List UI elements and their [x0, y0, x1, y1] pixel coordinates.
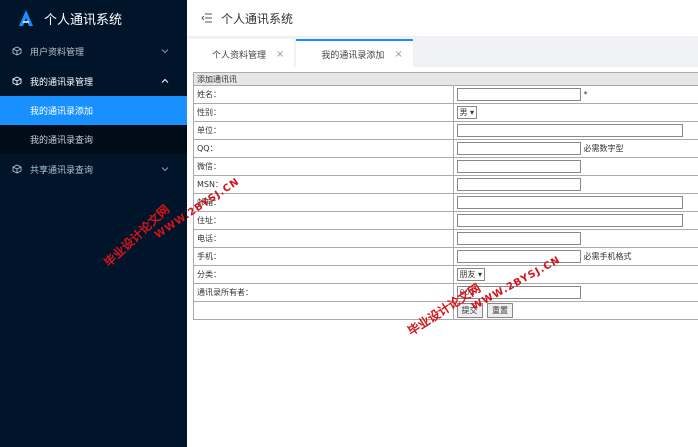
chevron-up-icon: [161, 78, 169, 83]
menu-group-label: 共享通讯录查询: [30, 165, 94, 176]
menu-group-label: 我的通讯录管理: [30, 77, 94, 88]
qq-hint: 必需数字型: [583, 144, 624, 153]
phone-input[interactable]: [456, 232, 581, 245]
close-icon[interactable]: ×: [276, 49, 284, 60]
required-mark: *: [583, 90, 588, 99]
menu-group-my-contacts[interactable]: 我的通讯录管理: [0, 66, 187, 96]
main-content: 添加通讯讯 姓名： * 性别： 男 ▾ 单位： QQ： 必需数字型 微信： MS…: [187, 67, 698, 447]
app-logo[interactable]: 个人通讯系统: [0, 0, 187, 36]
field-label-name: 姓名：: [193, 85, 454, 104]
field-label-owner: 通讯录所有者：: [193, 283, 454, 302]
menu-group-shared-contacts[interactable]: 共享通讯录查询: [0, 154, 187, 184]
email-input[interactable]: [456, 196, 683, 209]
contact-add-form: 添加通讯讯 姓名： * 性别： 男 ▾ 单位： QQ： 必需数字型 微信： MS…: [193, 72, 698, 320]
field-label-phone: 电话：: [193, 229, 454, 248]
field-label-gender: 性别：: [193, 103, 454, 122]
field-label-unit: 单位：: [193, 121, 454, 140]
reset-button[interactable]: 重置: [487, 303, 514, 318]
sidebar-item-query-contact[interactable]: 我的通讯录查询: [0, 125, 187, 154]
category-value: 朋友: [459, 270, 476, 279]
header-title: 个人通讯系统: [221, 11, 294, 26]
app-logo-icon: [19, 10, 33, 26]
msn-input[interactable]: [456, 178, 581, 191]
empty-cell: [193, 301, 454, 320]
tab-profile-management[interactable]: 个人资料管理 ×: [187, 39, 295, 67]
field-label-mobile: 手机：: [193, 247, 454, 266]
top-header: 个人通讯系统: [187, 0, 698, 37]
chevron-down-icon: [161, 167, 169, 172]
form-caption: 添加通讯讯: [193, 72, 698, 86]
app-title: 个人通讯系统: [44, 12, 123, 28]
menu-group-user-profile[interactable]: 用户资料管理: [0, 36, 187, 66]
mobile-input[interactable]: [456, 250, 581, 263]
cube-icon: [12, 46, 22, 56]
cube-icon: [12, 76, 22, 86]
tab-add-contact[interactable]: 我的通讯录添加 ×: [296, 39, 413, 67]
close-icon[interactable]: ×: [394, 49, 402, 60]
address-input[interactable]: [456, 214, 683, 227]
submenu-my-contacts: 我的通讯录添加 我的通讯录查询: [0, 96, 187, 154]
field-label-email: 邮箱：: [193, 193, 454, 212]
unit-input[interactable]: [456, 124, 683, 137]
tab-bar: 个人资料管理 × 我的通讯录添加 ×: [187, 37, 698, 67]
weixin-input[interactable]: [456, 160, 581, 173]
mobile-hint: 必需手机格式: [583, 252, 632, 261]
field-label-weixin: 微信：: [193, 157, 454, 176]
name-input[interactable]: [456, 88, 581, 101]
gender-select[interactable]: 男 ▾: [456, 106, 478, 119]
field-label-qq: QQ：: [193, 139, 454, 158]
gender-value: 男: [459, 108, 468, 117]
sidebar-item-add-contact[interactable]: 我的通讯录添加: [0, 96, 187, 125]
category-select[interactable]: 朋友 ▾: [456, 268, 486, 281]
menu-fold-icon[interactable]: [201, 13, 213, 23]
cube-icon: [12, 164, 22, 174]
tab-label: 个人资料管理: [212, 50, 267, 61]
field-label-address: 住址：: [193, 211, 454, 230]
qq-input[interactable]: [456, 142, 581, 155]
tab-label: 我的通讯录添加: [321, 50, 385, 61]
menu-group-label: 用户资料管理: [30, 47, 85, 58]
field-label-category: 分类：: [193, 265, 454, 284]
chevron-down-icon: [161, 49, 169, 54]
